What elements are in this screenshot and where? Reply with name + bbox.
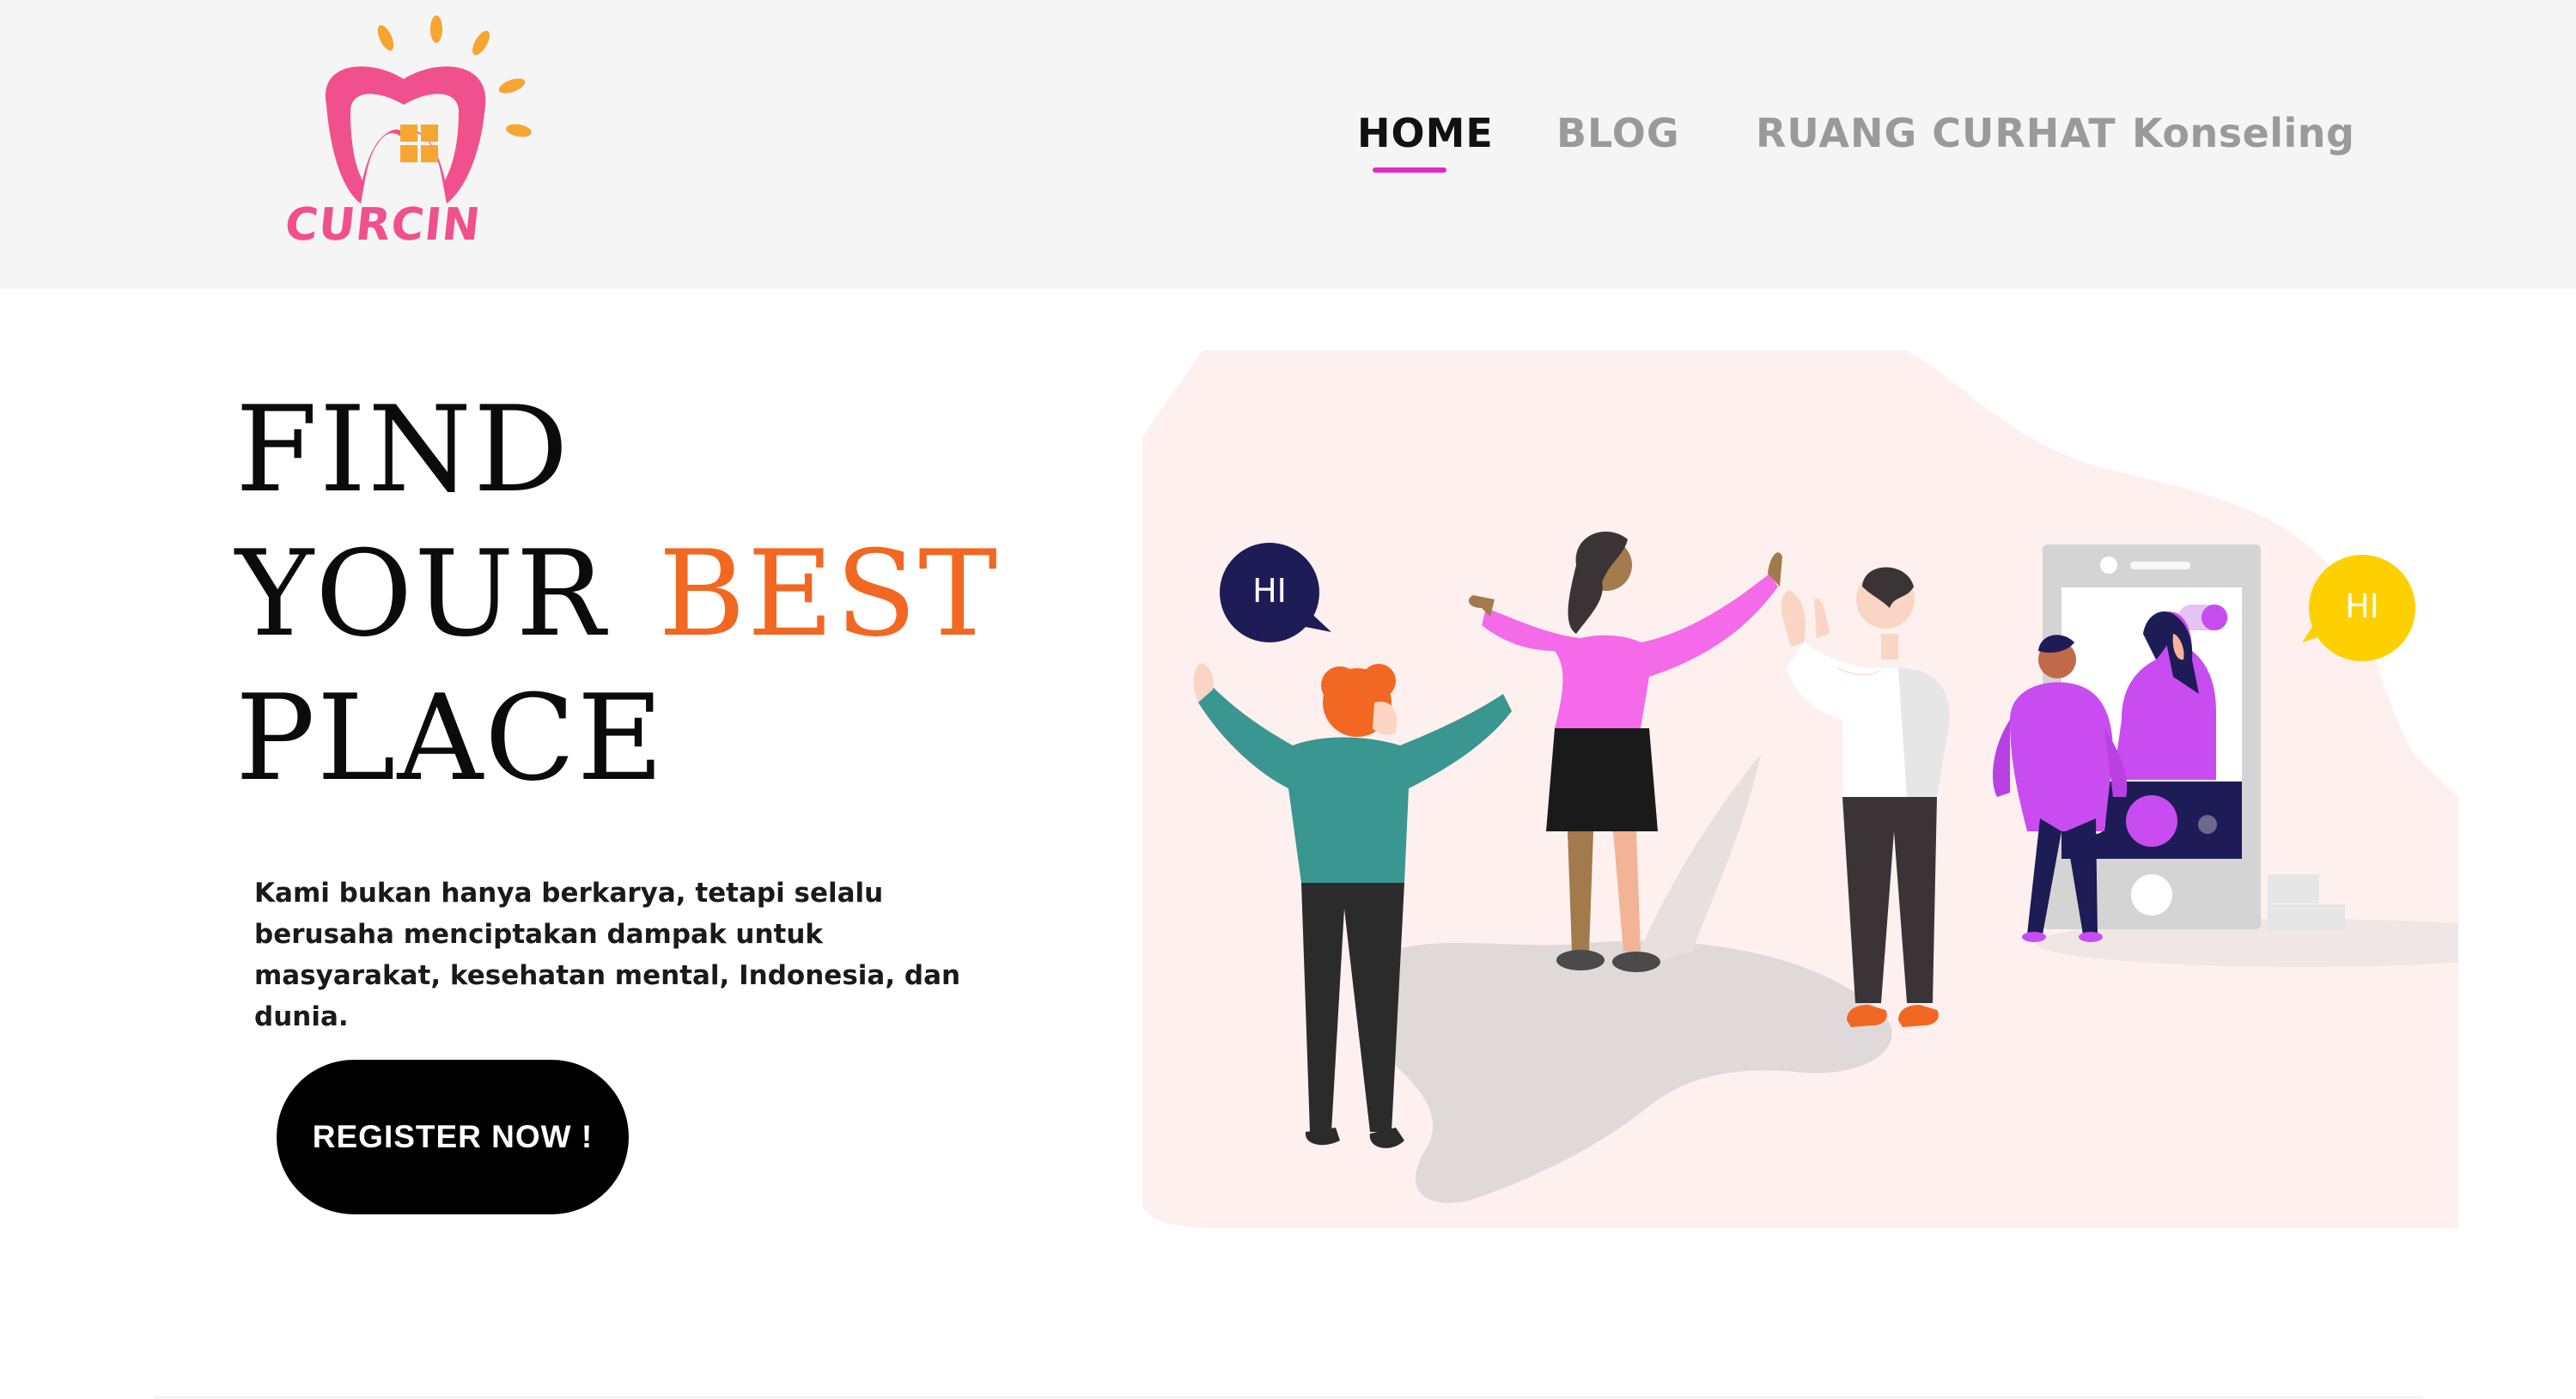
- hero-title-accent: BEST: [658, 525, 1000, 663]
- nav-blog[interactable]: BLOG: [1556, 110, 1680, 156]
- bubble-left-text: HI: [1252, 572, 1287, 610]
- nav-home[interactable]: HOME: [1357, 110, 1494, 156]
- register-now-button[interactable]: REGISTER NOW !: [277, 1060, 629, 1214]
- section-divider: [155, 1396, 2422, 1398]
- main-nav: HOME BLOG RUANG CURHAT Konseling: [0, 110, 2576, 187]
- hero-title-line-2: YOUR BEST: [235, 522, 999, 666]
- illustration-graphic: [1142, 350, 2458, 1228]
- logo-wordmark: CURCIN: [282, 199, 484, 251]
- nav-konseling[interactable]: Konseling: [2132, 110, 2354, 156]
- hero-description: Kami bukan hanya berkarya, tetapi selalu…: [254, 878, 961, 1032]
- site-header: CURCIN HOME BLOG RUANG CURHAT Konseling: [0, 0, 2576, 289]
- hero-title: FIND YOUR BEST PLACE: [235, 378, 999, 811]
- nav-ruang-curhat[interactable]: RUANG CURHAT: [1756, 110, 2116, 156]
- hero-illustration: HI HI: [1142, 350, 2458, 1228]
- bubble-right-text: HI: [2345, 587, 2379, 625]
- nav-active-indicator: [1373, 167, 1446, 173]
- hero-title-line-1: FIND: [235, 380, 570, 519]
- hero-title-line-3: PLACE: [235, 669, 666, 807]
- hero-title-your: YOUR: [235, 525, 607, 663]
